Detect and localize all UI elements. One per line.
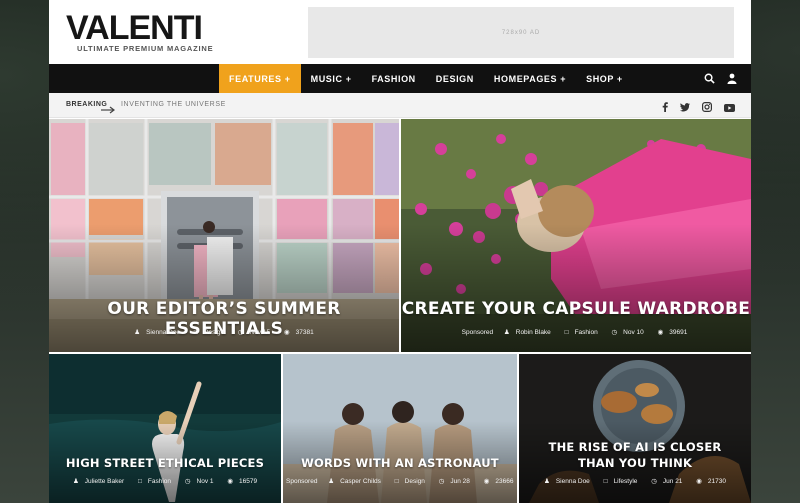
author-meta[interactable]: ♟ Robin Blake	[501, 329, 554, 336]
post-title[interactable]: THE RISE OF AI IS CLOSER THAN YOU THINK	[519, 439, 751, 471]
search-icon[interactable]	[704, 73, 715, 84]
site-header: VALENTI ULTIMATE PREMIUM MAGAZINE 728x90…	[49, 0, 751, 64]
breaking-news-bar: BREAKING INVENTING THE UNIVERSE	[49, 93, 751, 118]
eye-icon: ◉	[657, 329, 664, 336]
date-meta: ◷ Nov 15	[237, 329, 271, 336]
author-meta[interactable]: ♟ Casper Childs	[325, 478, 384, 485]
post-meta: ♟ Juliette Baker □ Fashion ◷ Nov 1 ◉ 16579	[49, 477, 281, 485]
header-ad-banner[interactable]: 728x90 AD	[308, 7, 734, 58]
main-navigation: FEATURES + MUSIC + FASHION DESIGN HOMEPA…	[49, 64, 751, 93]
arrow-right-icon	[101, 101, 115, 119]
eye-icon: ◉	[483, 478, 490, 485]
eye-icon: ◉	[283, 329, 290, 336]
post-card-words-with-astronaut[interactable]: WORDS WITH AN ASTRONAUT Sponsored ♟ Caspe…	[283, 354, 517, 503]
views-meta: ◉ 16579	[227, 478, 258, 485]
instagram-icon[interactable]	[702, 99, 713, 117]
clock-icon: ◷	[237, 329, 244, 336]
site-tagline: ULTIMATE PREMIUM MAGAZINE	[77, 44, 214, 53]
nav-item-music[interactable]: MUSIC +	[301, 64, 362, 93]
post-meta: Sponsored ♟ Casper Childs □ Design ◷ Jun 28…	[283, 477, 517, 485]
post-meta: ♟ Sienna Doe □ Design ◷ Nov 15 ◉ 37381	[49, 328, 399, 336]
date-meta: ◷ Nov 1	[184, 478, 214, 485]
eye-icon: ◉	[696, 478, 702, 485]
user-icon: ♟	[503, 329, 510, 336]
date-meta: ◷ Jun 28	[438, 478, 470, 485]
post-card-rise-of-ai[interactable]: THE RISE OF AI IS CLOSER THAN YOU THINK …	[519, 354, 751, 503]
category-meta[interactable]: □ Fashion	[135, 478, 174, 485]
post-title[interactable]: HIGH STREET ETHICAL PIECES	[49, 455, 281, 471]
views-meta: ◉ 39691	[657, 329, 688, 336]
user-icon: ♟	[328, 478, 335, 485]
author-meta[interactable]: ♟ Sienna Doe	[541, 478, 593, 485]
views-meta: ◉ 21730	[696, 478, 726, 485]
sponsored-label: Sponsored	[286, 478, 318, 485]
post-card-capsule-wardrobe[interactable]: CREATE YOUR CAPSULE WARDROBE Sponsored ♟…	[401, 119, 751, 352]
clock-icon: ◷	[184, 478, 191, 485]
breaking-headline-link[interactable]: INVENTING THE UNIVERSE	[121, 101, 226, 108]
nav-item-homepages[interactable]: HOMEPAGES +	[484, 64, 576, 93]
folder-icon: □	[603, 478, 608, 485]
folder-icon: □	[564, 329, 569, 336]
post-title[interactable]: WORDS WITH AN ASTRONAUT	[283, 455, 517, 471]
views-meta: ◉ 23666	[483, 478, 514, 485]
post-card-editors-summer-essentials[interactable]: OUR EDITOR’S SUMMER ESSENTIALS ♟ Sienna D…	[49, 119, 399, 352]
folder-icon: □	[137, 478, 142, 485]
facebook-icon[interactable]	[662, 99, 668, 117]
user-icon: ♟	[134, 329, 141, 336]
author-meta[interactable]: ♟ Sienna Doe	[131, 329, 183, 336]
post-title[interactable]: CREATE YOUR CAPSULE WARDROBE	[401, 299, 751, 319]
date-meta: ◷ Nov 10	[611, 329, 644, 336]
clock-icon: ◷	[438, 478, 445, 485]
folder-icon: □	[193, 329, 198, 336]
nav-item-shop[interactable]: SHOP +	[576, 64, 633, 93]
category-meta[interactable]: □ Design	[392, 478, 428, 485]
site-container: VALENTI ULTIMATE PREMIUM MAGAZINE 728x90…	[49, 0, 751, 503]
sponsored-label: Sponsored	[461, 329, 494, 336]
folder-icon: □	[394, 478, 399, 485]
nav-item-design[interactable]: DESIGN	[426, 64, 484, 93]
youtube-icon[interactable]	[724, 99, 735, 117]
post-meta: ♟ Sienna Doe □ Lifestyle ◷ Jun 21 ◉ 21730	[519, 477, 751, 485]
user-icon: ♟	[544, 478, 550, 485]
category-meta[interactable]: □ Fashion	[562, 329, 601, 336]
post-card-high-street-ethical[interactable]: HIGH STREET ETHICAL PIECES ♟ Juliette Bak…	[49, 354, 281, 503]
date-meta: ◷ Jun 21	[651, 478, 683, 485]
author-meta[interactable]: ♟ Juliette Baker	[70, 478, 127, 485]
views-meta: ◉ 37381	[283, 329, 314, 336]
user-icon[interactable]	[727, 73, 737, 84]
user-icon: ♟	[72, 478, 79, 485]
nav-item-fashion[interactable]: FASHION	[362, 64, 426, 93]
twitter-icon[interactable]	[680, 99, 690, 117]
category-meta[interactable]: □ Design	[191, 329, 227, 336]
clock-icon: ◷	[651, 478, 657, 485]
site-logo[interactable]: VALENTI	[66, 10, 203, 46]
eye-icon: ◉	[227, 478, 233, 485]
clock-icon: ◷	[611, 329, 618, 336]
category-meta[interactable]: □ Lifestyle	[601, 478, 641, 485]
post-meta: Sponsored ♟ Robin Blake □ Fashion ◷ Nov 10 …	[401, 328, 751, 336]
nav-item-features[interactable]: FEATURES +	[219, 64, 301, 93]
